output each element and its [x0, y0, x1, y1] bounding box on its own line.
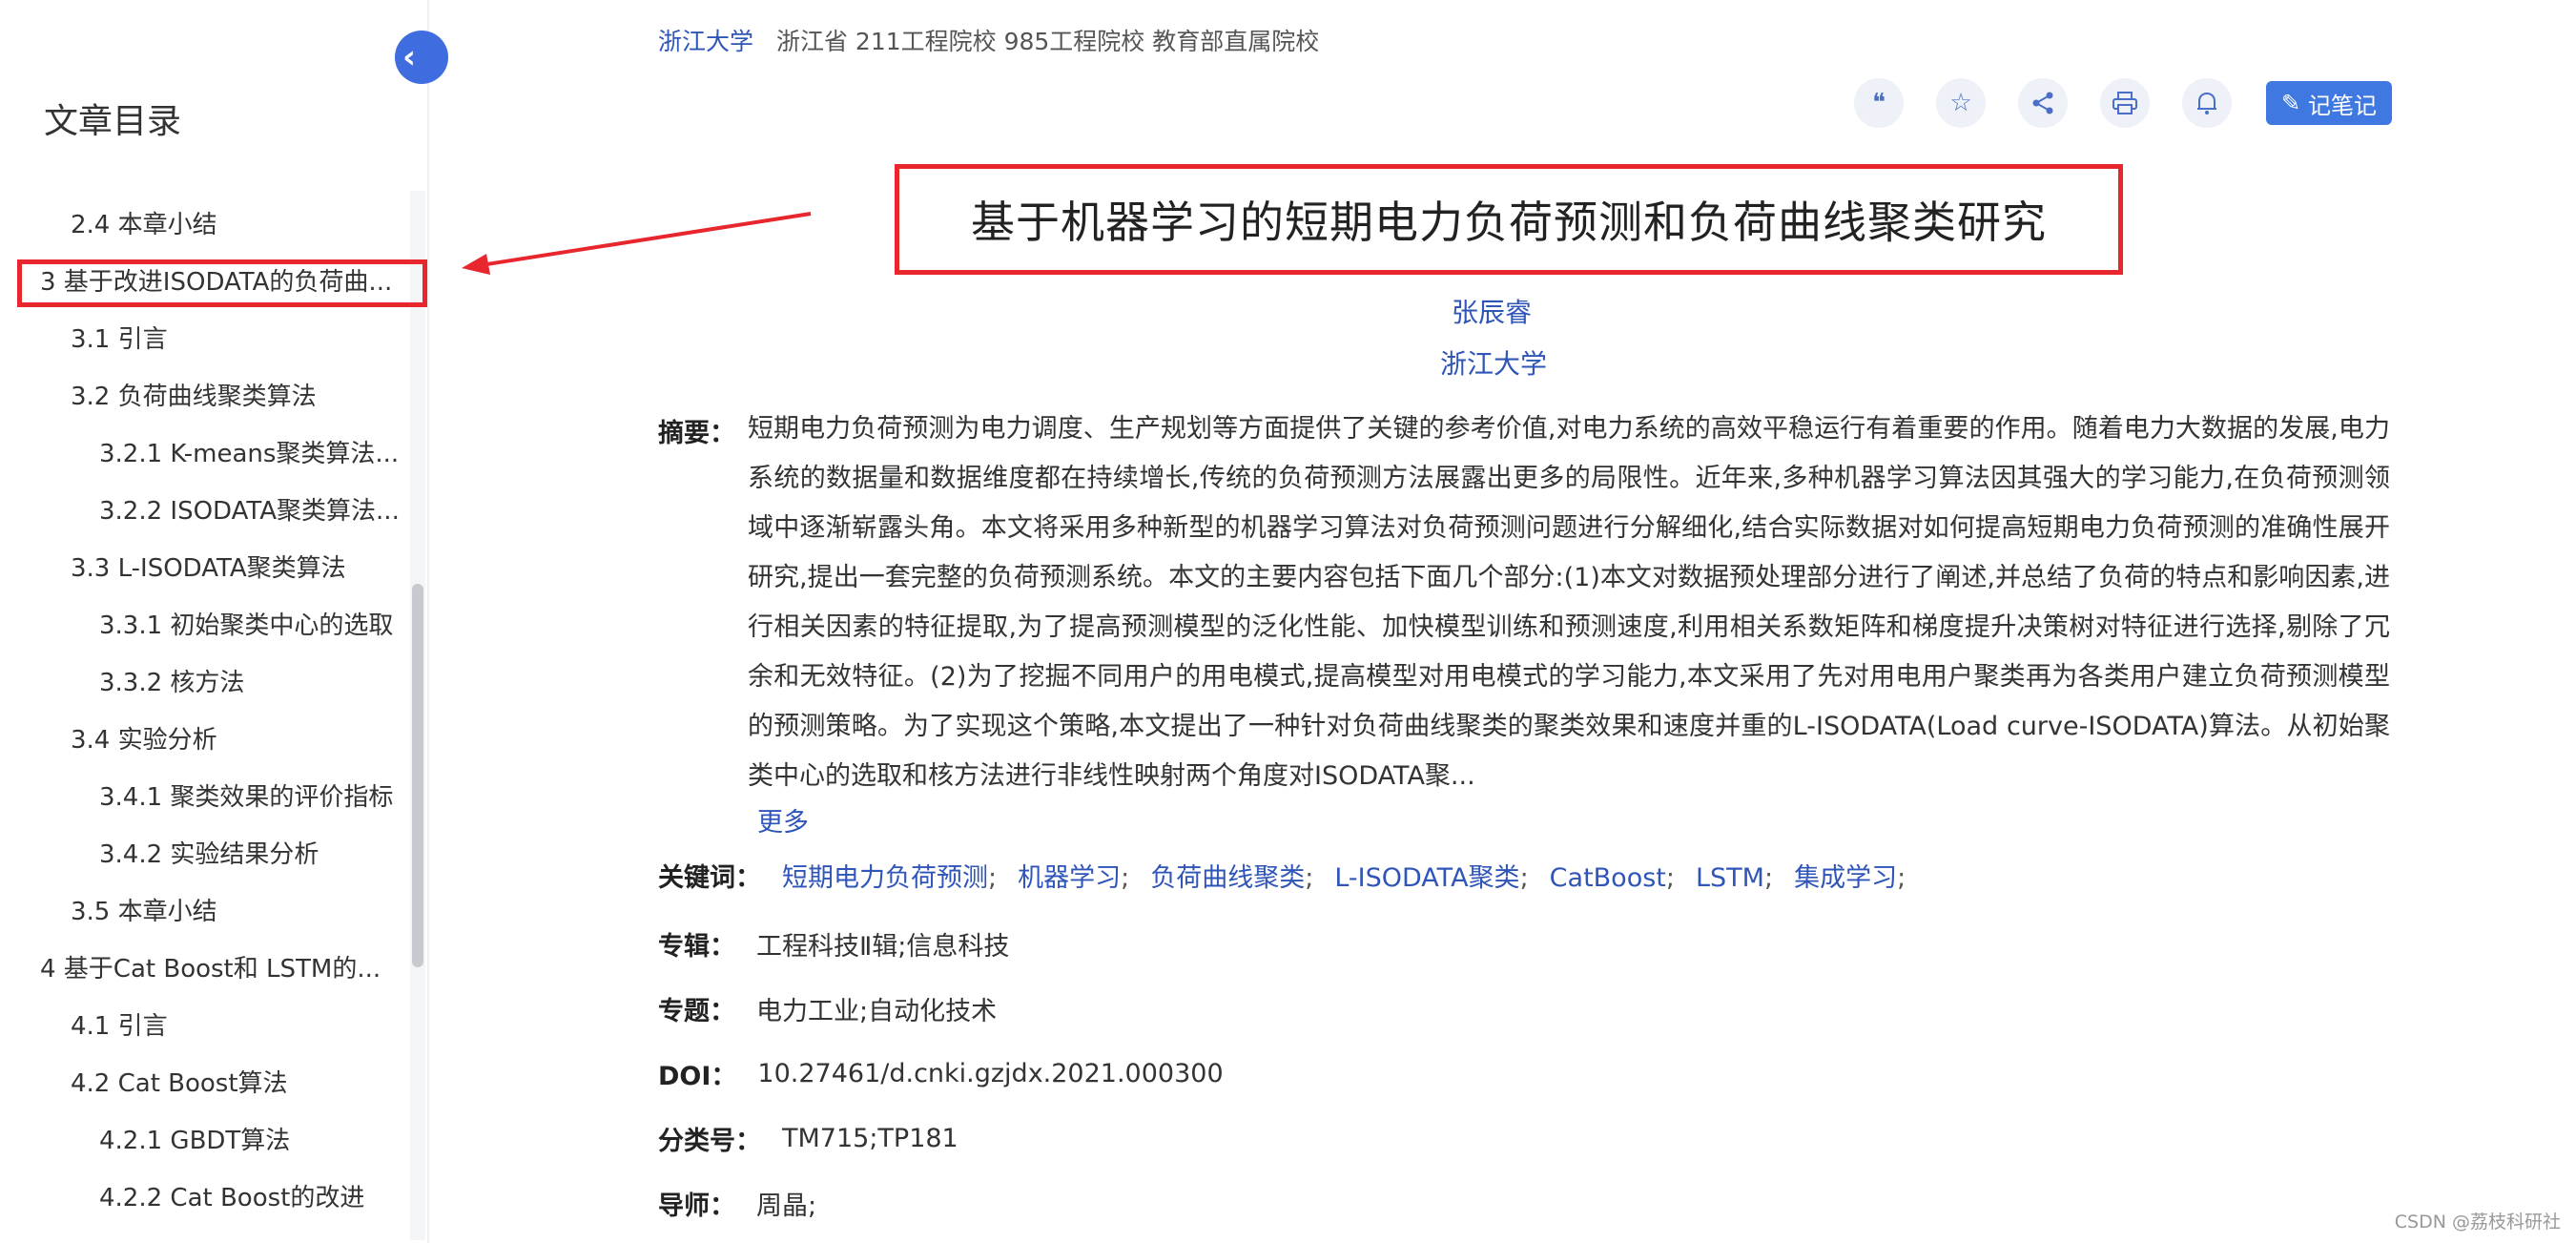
- toc-item[interactable]: 4 基于Cat Boost和 LSTM的...: [0, 941, 420, 998]
- toc-item[interactable]: 3.3.1 初始聚类中心的选取: [0, 597, 420, 654]
- classification-label: 分类号：: [658, 1127, 761, 1156]
- toc-title: 文章目录: [44, 102, 182, 141]
- keyword-separator: ;: [1305, 863, 1314, 893]
- keyword-separator: ;: [1519, 863, 1529, 893]
- toc-item[interactable]: 3.2.1 K-means聚类算法...: [0, 425, 420, 483]
- doi-label: DOI：: [658, 1062, 737, 1091]
- keyword-link[interactable]: L-ISODATA聚类: [1334, 863, 1519, 893]
- toc-item[interactable]: 4.1 引言: [0, 998, 420, 1055]
- institution-link[interactable]: 浙江大学: [658, 28, 753, 55]
- advisor-label: 导师：: [658, 1191, 735, 1221]
- keyword-link[interactable]: 负荷曲线聚类: [1150, 863, 1305, 893]
- toc-item[interactable]: 3.4.1 聚类效果的评价指标: [0, 769, 420, 826]
- author-link[interactable]: 张辰睿: [1452, 292, 1532, 330]
- keyword-link[interactable]: LSTM: [1696, 863, 1764, 893]
- toc-item[interactable]: 3.2 负荷曲线聚类算法: [0, 368, 420, 425]
- keyword-separator: ;: [1665, 863, 1675, 893]
- toc-item[interactable]: 3.2.2 ISODATA聚类算法...: [0, 483, 420, 540]
- advisor-row: 导师： 周晶;: [658, 1185, 816, 1222]
- print-icon[interactable]: [2100, 78, 2150, 128]
- doi-value: 10.27461/d.cnki.gzjdx.2021.000300: [757, 1059, 1224, 1088]
- take-note-label: 记笔记: [2308, 92, 2378, 119]
- series-label: 专辑：: [658, 932, 735, 962]
- article-toolbar: ❝ ☆ ✎ 记笔记: [1854, 78, 2392, 128]
- keywords-row: 关键词： 短期电力负荷预测; 机器学习; 负荷曲线聚类; L-ISODATA聚类; Ca…: [658, 857, 1927, 894]
- keyword-link[interactable]: 短期电力负荷预测: [782, 863, 988, 893]
- take-note-button[interactable]: ✎ 记笔记: [2266, 81, 2392, 125]
- toc-scrollbar-thumb[interactable]: [412, 584, 423, 967]
- toc-highlight-box: [17, 259, 427, 307]
- advisor-value: 周晶;: [756, 1191, 817, 1221]
- organization-link[interactable]: 浙江大学: [1440, 343, 1547, 382]
- toc-item[interactable]: 3.5 本章小结: [0, 883, 420, 941]
- institution-bar: 浙江大学 浙江省 211工程院校 985工程院校 教育部直属院校: [658, 23, 1319, 57]
- series-row: 专辑： 工程科技Ⅱ辑;信息科技: [658, 925, 1009, 963]
- doi-row: DOI： 10.27461/d.cnki.gzjdx.2021.000300: [658, 1055, 1224, 1092]
- toc-item[interactable]: 3.4 实验分析: [0, 712, 420, 769]
- toc-item[interactable]: 2.4 本章小结: [0, 197, 420, 254]
- keywords-label: 关键词：: [658, 863, 761, 893]
- keyword-link[interactable]: CatBoost: [1550, 863, 1666, 893]
- abstract-text: 短期电力负荷预测为电力调度、生产规划等方面提供了关键的参考价值,对电力系统的高效…: [748, 414, 2390, 791]
- star-icon[interactable]: ☆: [1936, 78, 1986, 128]
- bell-icon[interactable]: [2182, 78, 2232, 128]
- keywords-list: 短期电力负荷预测; 机器学习; 负荷曲线聚类; L-ISODATA聚类; CatBoos…: [782, 857, 1927, 894]
- toc-item[interactable]: 4.2.1 GBDT算法: [0, 1112, 420, 1170]
- chevron-left-icon: ‹: [402, 38, 417, 76]
- share-icon[interactable]: [2018, 78, 2068, 128]
- keyword-link[interactable]: 机器学习: [1018, 863, 1121, 893]
- toc-item[interactable]: 4.2 Cat Boost算法: [0, 1055, 420, 1112]
- toc-item[interactable]: 3.3 L-ISODATA聚类算法: [0, 540, 420, 597]
- toc-item[interactable]: 3.4.2 实验结果分析: [0, 826, 420, 883]
- topic-value: 电力工业;自动化技术: [756, 997, 998, 1026]
- annotation-arrow: [462, 212, 812, 275]
- keyword-link[interactable]: 集成学习: [1794, 863, 1897, 893]
- toc-item[interactable]: 3.3.2 核方法: [0, 654, 420, 712]
- pen-icon: ✎: [2280, 90, 2301, 116]
- collapse-sidebar-button[interactable]: ‹: [395, 31, 448, 84]
- classification-value: TM715;TP181: [782, 1124, 958, 1153]
- abstract-label: 摘要：: [658, 419, 735, 448]
- keyword-separator: ;: [1897, 863, 1906, 893]
- abstract-more-link[interactable]: 更多: [757, 801, 809, 839]
- topic-label: 专题：: [658, 997, 735, 1026]
- watermark: CSDN @荔枝科研社: [2394, 1212, 2561, 1233]
- institution-tags: 浙江省 211工程院校 985工程院校 教育部直属院校: [775, 28, 1320, 55]
- keyword-separator: ;: [1763, 863, 1774, 893]
- toc-item[interactable]: 4.2.2 Cat Boost的改进: [0, 1170, 420, 1227]
- toc-item[interactable]: 3.1 引言: [0, 311, 420, 368]
- topic-row: 专题： 电力工业;自动化技术: [658, 990, 997, 1027]
- keyword-separator: ;: [1121, 863, 1130, 893]
- quote-icon[interactable]: ❝: [1854, 78, 1904, 128]
- article-title-highlight: 基于机器学习的短期电力负荷预测和负荷曲线聚类研究: [895, 164, 2123, 275]
- article-title: 基于机器学习的短期电力负荷预测和负荷曲线聚类研究: [971, 197, 2047, 248]
- toc-list: 2.4 本章小结 3 基于改进ISODATA的负荷曲... 3.1 引言 3.2 负荷…: [0, 197, 420, 1227]
- classification-row: 分类号： TM715;TP181: [658, 1120, 958, 1157]
- series-value: 工程科技Ⅱ辑;信息科技: [756, 932, 1010, 962]
- toc-sidebar: 文章目录 2.4 本章小结 3 基于改进ISODATA的负荷曲... 3.1 引言 3…: [0, 0, 429, 1243]
- keyword-separator: ;: [988, 863, 998, 893]
